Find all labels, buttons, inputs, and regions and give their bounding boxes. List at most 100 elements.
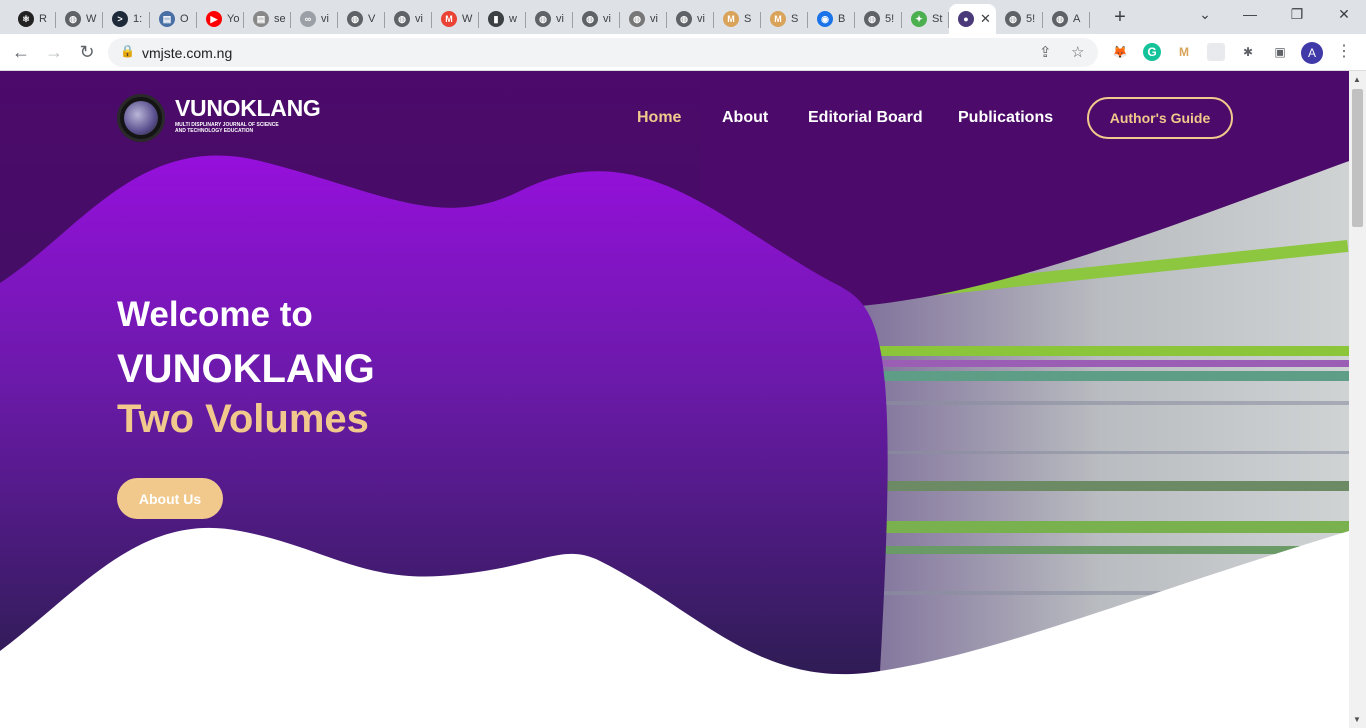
site-logo-icon: ●: [958, 11, 974, 27]
menu-kebab-icon[interactable]: ⋮: [1336, 41, 1352, 61]
tab-title: W: [462, 13, 473, 25]
close-window-icon[interactable]: ✕: [1334, 6, 1354, 23]
tab-title: 5!: [885, 13, 895, 25]
nav-home-link[interactable]: Home: [637, 109, 681, 127]
tab-title: 1:: [133, 13, 143, 25]
tab[interactable]: ◍ vi: [667, 4, 714, 34]
tab[interactable]: ∞ vi: [291, 4, 338, 34]
tab-title: Yo: [227, 13, 240, 25]
tab[interactable]: ◍ vi: [573, 4, 620, 34]
minimize-icon[interactable]: —: [1240, 6, 1260, 22]
link-icon: ∞: [300, 11, 316, 27]
tab[interactable]: ⚛ R: [9, 4, 56, 34]
site-logo[interactable]: [117, 94, 165, 142]
tab-title: vi: [415, 13, 423, 25]
globe-icon: ◍: [394, 11, 410, 27]
tab[interactable]: ◍ vi: [620, 4, 667, 34]
restore-icon[interactable]: ❐: [1287, 6, 1307, 23]
gmail-icon: M: [441, 11, 457, 27]
globe-icon: ◍: [582, 11, 598, 27]
tab[interactable]: ◍ W: [56, 4, 103, 34]
hero-heading-volumes: Two Volumes: [117, 397, 369, 441]
nav-editorial-board-link[interactable]: Editorial Board: [808, 109, 923, 127]
tab-strip: ⚛ R ◍ W >1: ▤ O ▶ Yo ▤ se ∞ vi ◍ V ◍ vi M W ▮ w ◍ vi ◍ vi ◍ vi ◍ vi M…: [0, 0, 1366, 34]
bookmark-star-icon[interactable]: ☆: [1071, 43, 1084, 61]
globe-icon: ◍: [676, 11, 692, 27]
browser-toolbar: ← → ↻ 🔒 vmjste.com.ng ⇪ ☆ 🦊 G M ✱ ▣ A ⋮: [0, 34, 1366, 71]
bookmark-icon: ▮: [488, 11, 504, 27]
tab-title: vi: [556, 13, 564, 25]
tab[interactable]: ▶ Yo: [197, 4, 244, 34]
tab[interactable]: >1:: [103, 4, 150, 34]
mail-icon: M: [770, 11, 786, 27]
scroll-down-icon[interactable]: ▼: [1353, 715, 1361, 724]
tab-title: 5!: [1026, 13, 1036, 25]
tab[interactable]: ◍ V: [338, 4, 385, 34]
globe-icon: ◍: [1052, 11, 1068, 27]
doc-icon: ▤: [159, 11, 175, 27]
reload-icon[interactable]: ↻: [75, 40, 99, 64]
globe-icon: ◍: [65, 11, 81, 27]
tab[interactable]: ▮ w: [479, 4, 526, 34]
tab-search-icon[interactable]: ⌄: [1195, 6, 1215, 23]
tab[interactable]: ◍ vi: [526, 4, 573, 34]
hero-heading-welcome: Welcome to: [117, 295, 313, 334]
new-tab-button[interactable]: +: [1109, 6, 1131, 29]
nav-about-link[interactable]: About: [722, 109, 768, 127]
tab[interactable]: MS: [761, 4, 808, 34]
share-icon[interactable]: ⇪: [1039, 43, 1052, 61]
extension-m-icon[interactable]: M: [1175, 43, 1193, 61]
globe-icon: ◍: [535, 11, 551, 27]
tab-title: vi: [697, 13, 705, 25]
tab-active[interactable]: ● ✕: [949, 4, 996, 34]
tab[interactable]: MW: [432, 4, 479, 34]
tab-title: vi: [321, 13, 329, 25]
metamask-extension-icon[interactable]: 🦊: [1111, 43, 1129, 61]
tab-title: S: [744, 13, 752, 25]
scroll-up-icon[interactable]: ▲: [1353, 75, 1361, 84]
react-icon: ⚛: [18, 11, 34, 27]
tab-title: A: [1073, 13, 1081, 25]
tab[interactable]: MS: [714, 4, 761, 34]
authors-guide-button[interactable]: Author's Guide: [1087, 97, 1233, 139]
puzzle-icon: ✦: [911, 11, 927, 27]
url-text[interactable]: vmjste.com.ng: [142, 45, 232, 61]
about-us-button[interactable]: About Us: [117, 478, 223, 519]
globe-icon: ◍: [864, 11, 880, 27]
address-bar[interactable]: 🔒 vmjste.com.ng ⇪ ☆: [108, 38, 1098, 67]
extensions-puzzle-icon[interactable]: ✱: [1239, 43, 1257, 61]
tab-title: vi: [650, 13, 658, 25]
eye-icon: ◉: [817, 11, 833, 27]
scrollbar-thumb[interactable]: [1352, 89, 1363, 227]
tab[interactable]: ▤ se: [244, 4, 291, 34]
nav-publications-link[interactable]: Publications: [958, 109, 1053, 127]
tab-title: S: [791, 13, 799, 25]
hero-heading-name: VUNOKLANG: [117, 347, 375, 391]
tab-title: B: [838, 13, 846, 25]
forward-icon[interactable]: →: [42, 40, 66, 64]
extension-blank-icon[interactable]: [1207, 43, 1225, 61]
back-icon[interactable]: ←: [9, 40, 33, 64]
tab[interactable]: ◍ 5!: [855, 4, 902, 34]
tab[interactable]: ◍ 5!: [996, 4, 1043, 34]
youtube-icon: ▶: [206, 11, 222, 27]
tab-title: se: [274, 13, 286, 25]
tab[interactable]: ▤ O: [150, 4, 197, 34]
tab-title: w: [509, 13, 517, 25]
page-scrollbar[interactable]: ▲ ▼: [1349, 71, 1366, 728]
tab-title: V: [368, 13, 376, 25]
side-panel-icon[interactable]: ▣: [1271, 43, 1289, 61]
brand-name[interactable]: VUNOKLANG: [175, 95, 321, 122]
profile-avatar[interactable]: A: [1301, 42, 1323, 64]
mail-icon: M: [723, 11, 739, 27]
globe-icon: ◍: [629, 11, 645, 27]
tab[interactable]: ◉ B: [808, 4, 855, 34]
terminal-icon: >: [112, 11, 128, 27]
grammarly-extension-icon[interactable]: G: [1143, 43, 1161, 61]
globe-icon: ◍: [347, 11, 363, 27]
tab[interactable]: ◍ A: [1043, 4, 1090, 34]
lock-icon[interactable]: 🔒: [120, 44, 135, 58]
tab[interactable]: ◍ vi: [385, 4, 432, 34]
close-tab-icon[interactable]: ✕: [980, 11, 991, 27]
tab[interactable]: ✦ St: [902, 4, 949, 34]
